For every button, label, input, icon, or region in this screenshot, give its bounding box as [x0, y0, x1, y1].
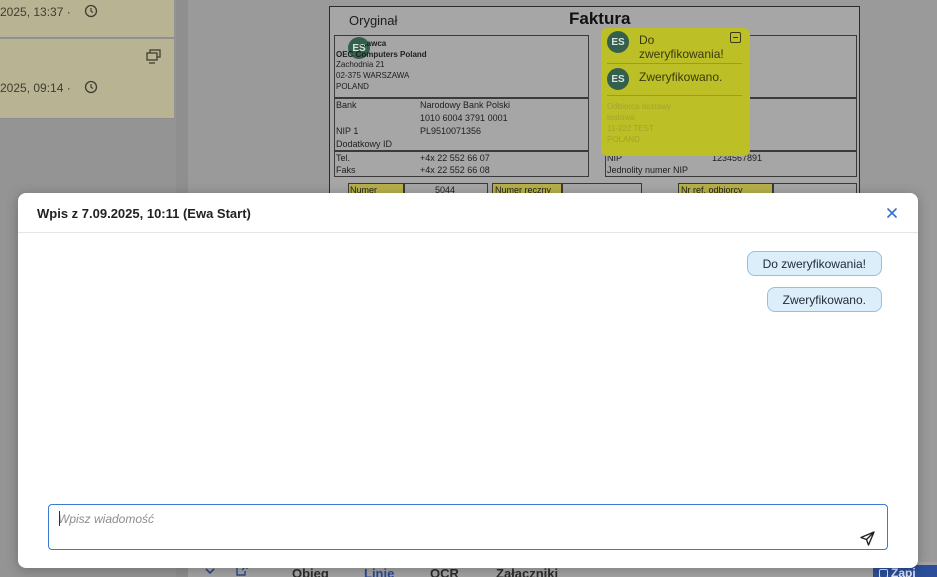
message-input[interactable] [58, 509, 838, 529]
delivery-heading: Odbiorca dostawy [607, 102, 672, 111]
comment-timestamp: 2025, 13:37 · [0, 5, 71, 19]
dialog-title: Wpis z 7.09.2025, 10:11 (Ewa Start) [37, 206, 251, 221]
message-bubble: Do zweryfikowania! [746, 251, 882, 276]
seller-country: POLAND [336, 82, 369, 91]
delivery-line: 11-222 TEST [607, 124, 654, 133]
note-divider [607, 95, 742, 96]
note-avatar: ES [607, 68, 629, 90]
document-original-label: Oryginał [349, 13, 398, 28]
delivery-line: testowa [607, 113, 635, 122]
unified-nip-label: Jednolity numer NIP [607, 165, 689, 175]
dialog-header: Wpis z 7.09.2025, 10:11 (Ewa Start) [18, 193, 918, 233]
note-entry-text: Zweryfikowano. [639, 70, 723, 84]
extra-id-label: Dodatkowy ID [336, 139, 393, 149]
delivery-line: POLAND [607, 135, 640, 144]
fax-value: +4x 22 552 66 08 [420, 165, 490, 175]
comment-list-item[interactable]: 2025, 13:37 · [0, 0, 174, 38]
message-input-box[interactable] [48, 504, 888, 550]
bank-label: Bank [336, 100, 357, 110]
invoice-document: Oryginał Faktura ES ...awca OEC Computer… [329, 6, 860, 206]
close-icon[interactable] [882, 203, 902, 223]
comment-note-popup[interactable]: ES Do zweryfikowania! ES Zweryfikowano. … [601, 28, 750, 156]
comment-list-item[interactable]: 2025, 09:14 · [0, 39, 174, 119]
note-divider [607, 63, 742, 64]
note-entry-text: Do zweryfikowania! [639, 33, 724, 61]
send-icon[interactable] [859, 529, 877, 547]
nip-value: PL9510071356 [420, 126, 482, 136]
seller-heading: ...awca [360, 39, 387, 48]
note-avatar: ES [607, 31, 629, 53]
history-icon[interactable] [84, 80, 98, 97]
monitor-icon[interactable] [146, 49, 162, 64]
save-icon [879, 569, 888, 577]
bank-account: 1010 6004 3791 0001 [420, 113, 508, 123]
comment-timestamp: 2025, 09:14 · [0, 81, 71, 95]
history-icon[interactable] [84, 4, 98, 21]
message-bubble: Zweryfikowano. [766, 287, 882, 312]
tel-label: Tel. [336, 153, 351, 163]
note-entry: ES Do zweryfikowania! [607, 31, 742, 63]
fax-label: Faks [336, 165, 356, 175]
nip-label: NIP 1 [336, 126, 359, 136]
comment-thread-dialog: Wpis z 7.09.2025, 10:11 (Ewa Start) Do z… [18, 193, 918, 568]
bank-name: Narodowy Bank Polski [420, 100, 511, 110]
seller-street: Zachodnia 21 [336, 60, 385, 69]
document-title: Faktura [569, 9, 631, 28]
seller-city: 02-375 WARSZAWA [336, 71, 410, 80]
seller-name: OEC Computers Poland [336, 50, 427, 59]
note-entry: ES Zweryfikowano. [607, 68, 742, 94]
text-caret [59, 511, 60, 526]
tel-value: +4x 22 552 66 07 [420, 153, 490, 163]
